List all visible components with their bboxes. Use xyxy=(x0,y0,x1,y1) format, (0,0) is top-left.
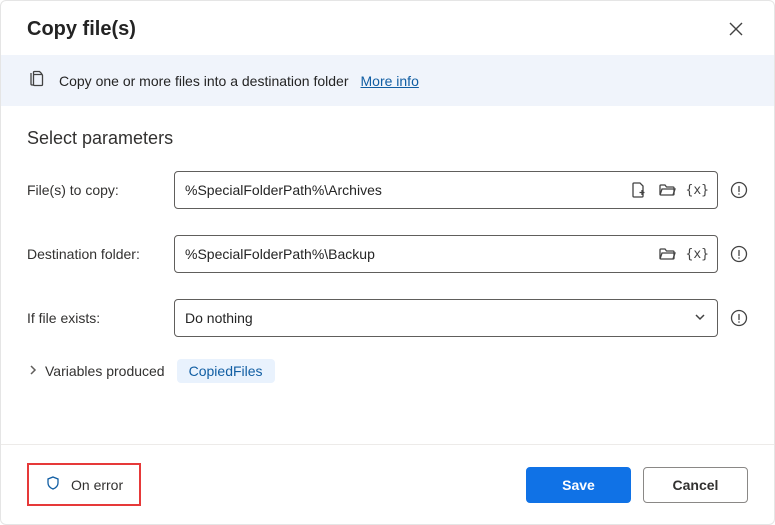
row-files-to-copy: File(s) to copy: {x} xyxy=(27,171,748,209)
content-area: Select parameters File(s) to copy: xyxy=(1,106,774,444)
browse-folder-icon[interactable] xyxy=(656,179,678,201)
input-wrap-destination-folder: {x} xyxy=(174,235,718,273)
more-info-link[interactable]: More info xyxy=(361,73,419,89)
variable-picker-icon[interactable]: {x} xyxy=(684,183,711,198)
variables-produced-label: Variables produced xyxy=(45,363,165,379)
select-file-icon[interactable] xyxy=(628,179,650,201)
dialog-footer: On error Save Cancel xyxy=(1,444,774,524)
label-files-to-copy: File(s) to copy: xyxy=(27,182,162,198)
input-wrap-files-to-copy: {x} xyxy=(174,171,718,209)
input-icons: {x} xyxy=(656,243,711,265)
variables-produced-toggle[interactable]: Variables produced xyxy=(27,363,165,379)
label-if-file-exists: If file exists: xyxy=(27,310,162,326)
variable-picker-icon[interactable]: {x} xyxy=(684,247,711,262)
input-icons: {x} xyxy=(628,179,711,201)
select-if-file-exists[interactable]: Do nothing xyxy=(174,299,718,337)
row-variables-produced: Variables produced CopiedFiles xyxy=(27,359,748,383)
input-files-to-copy[interactable] xyxy=(185,182,628,198)
row-destination-folder: Destination folder: {x} xyxy=(27,235,748,273)
info-text: Copy one or more files into a destinatio… xyxy=(59,73,349,89)
shield-icon xyxy=(45,475,61,494)
cancel-button[interactable]: Cancel xyxy=(643,467,748,503)
close-button[interactable] xyxy=(724,17,748,41)
dialog-title: Copy file(s) xyxy=(27,18,136,41)
select-value: Do nothing xyxy=(185,310,253,326)
footer-actions: Save Cancel xyxy=(526,467,748,503)
on-error-label: On error xyxy=(71,477,123,493)
label-destination-folder: Destination folder: xyxy=(27,246,162,262)
close-icon xyxy=(728,21,744,37)
section-title: Select parameters xyxy=(27,128,748,149)
browse-folder-icon[interactable] xyxy=(656,243,678,265)
help-icon[interactable] xyxy=(730,181,748,199)
variable-chip[interactable]: CopiedFiles xyxy=(177,359,275,383)
help-icon[interactable] xyxy=(730,309,748,327)
on-error-button[interactable]: On error xyxy=(31,467,137,502)
copy-icon xyxy=(27,69,47,92)
dialog-header: Copy file(s) xyxy=(1,1,774,55)
chevron-right-icon xyxy=(27,363,39,379)
row-if-file-exists: If file exists: Do nothing xyxy=(27,299,748,337)
save-button[interactable]: Save xyxy=(526,467,631,503)
chevron-down-icon xyxy=(693,310,707,327)
info-banner: Copy one or more files into a destinatio… xyxy=(1,55,774,106)
help-icon[interactable] xyxy=(730,245,748,263)
input-destination-folder[interactable] xyxy=(185,246,656,262)
highlight-box: On error xyxy=(27,463,141,506)
